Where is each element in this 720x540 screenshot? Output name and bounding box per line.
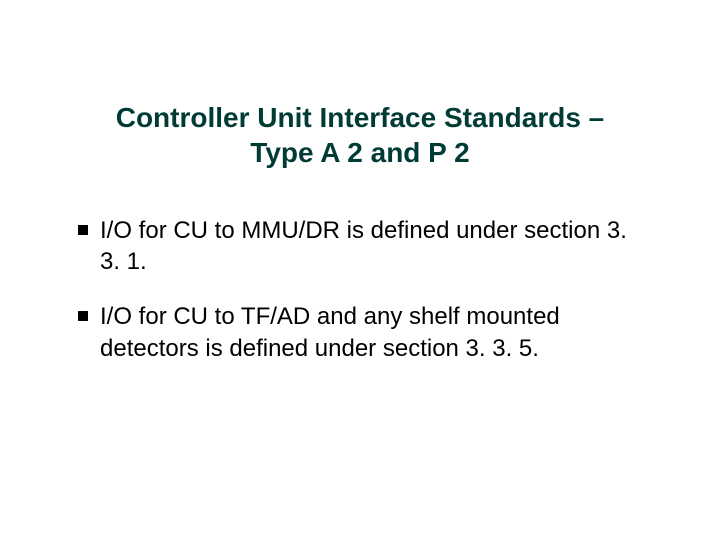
list-item: I/O for CU to MMU/DR is defined under se… xyxy=(78,215,650,277)
slide-body: I/O for CU to MMU/DR is defined under se… xyxy=(78,215,650,388)
list-item: I/O for CU to TF/AD and any shelf mounte… xyxy=(78,301,650,363)
bullet-text: I/O for CU to MMU/DR is defined under se… xyxy=(100,215,650,277)
slide-title: Controller Unit Interface Standards – Ty… xyxy=(70,100,650,170)
bullet-text: I/O for CU to TF/AD and any shelf mounte… xyxy=(100,301,650,363)
slide: Controller Unit Interface Standards – Ty… xyxy=(0,0,720,540)
title-line-2: Type A 2 and P 2 xyxy=(250,137,469,168)
title-line-1: Controller Unit Interface Standards – xyxy=(116,102,605,133)
bullet-square-icon xyxy=(78,225,88,235)
bullet-square-icon xyxy=(78,311,88,321)
